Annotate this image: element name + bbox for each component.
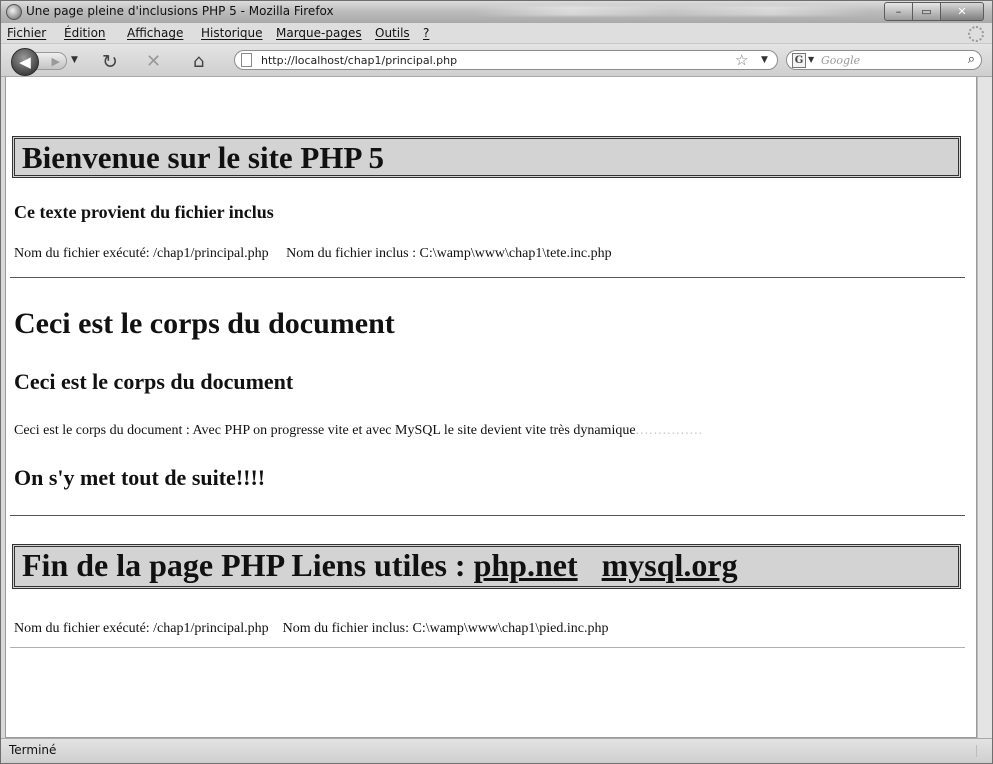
back-arrow-icon: ◀ (19, 53, 31, 71)
menu-outils[interactable]: Outils (375, 26, 410, 40)
footer-banner: Fin de la page PHP Liens utiles : php.ne… (12, 544, 961, 589)
url-bar[interactable]: http://localhost/chap1/principal.php ☆ ▼ (234, 50, 778, 70)
vertical-scrollbar[interactable] (977, 77, 992, 738)
body-paragraph: Ceci est le corps du document : Avec PHP… (14, 423, 703, 439)
menu-affichage[interactable]: Affichage (127, 26, 183, 40)
body-heading-2: Ceci est le corps du document (14, 369, 294, 394)
url-dropdown-icon[interactable]: ▼ (761, 55, 768, 65)
body-paragraph-dots: ............... (635, 423, 704, 438)
menu-historique[interactable]: Historique (201, 26, 263, 40)
menu-marque-pages[interactable]: Marque-pages (276, 26, 362, 40)
back-button[interactable]: ◀ (11, 48, 39, 76)
include-heading: Ce texte provient du fichier inclus (14, 202, 274, 222)
php-net-link[interactable]: php.net (474, 547, 578, 583)
resize-grip-icon[interactable] (976, 745, 989, 757)
reload-icon[interactable]: ↻ (102, 51, 118, 73)
throbber-icon (968, 26, 984, 42)
history-dropdown-icon[interactable]: ▼ (71, 55, 78, 65)
body-paragraph-text: Ceci est le corps du document : Avec PHP… (14, 423, 636, 438)
maximize-button[interactable]: ▭ (913, 2, 941, 21)
search-bar[interactable]: G ▼ Google ⌕ (786, 50, 982, 70)
menu-help[interactable]: ? (423, 26, 429, 40)
search-engine-icon[interactable]: G (792, 53, 806, 68)
window-title: Une page pleine d'inclusions PHP 5 - Moz… (26, 4, 334, 18)
divider-middle (10, 515, 965, 516)
web-page: Bienvenue sur le site PHP 5 Ce texte pro… (6, 77, 976, 737)
stop-icon[interactable]: ✕ (146, 51, 161, 72)
footer-file-info: Nom du fichier exécuté: /chap1/principal… (14, 621, 609, 636)
header-title: Bienvenue sur le site PHP 5 (22, 140, 384, 175)
search-input[interactable]: Google (821, 54, 860, 67)
url-input[interactable]: http://localhost/chap1/principal.php (261, 54, 457, 67)
engine-dropdown-icon[interactable]: ▼ (808, 55, 814, 64)
footer-title-text: Fin de la page PHP Liens utiles : (22, 547, 466, 583)
divider-bottom (10, 647, 965, 648)
close-button[interactable]: ✕ (941, 2, 984, 21)
include-file-info: Nom du fichier exécuté: /chap1/principal… (14, 246, 612, 261)
footer-title: Fin de la page PHP Liens utiles : php.ne… (22, 547, 738, 584)
menu-bar: Fichier Édition Affichage Historique Mar… (1, 23, 992, 44)
star-icon[interactable]: ☆ (735, 51, 748, 69)
menu-fichier[interactable]: Fichier (7, 26, 46, 40)
title-bar: Une page pleine d'inclusions PHP 5 - Moz… (1, 1, 992, 23)
minimize-button[interactable]: – (884, 2, 913, 21)
body-heading-1: Ceci est le corps du document (14, 307, 395, 340)
firefox-window: Une page pleine d'inclusions PHP 5 - Moz… (0, 0, 993, 764)
page-icon (241, 53, 252, 67)
status-text: Terminé (9, 743, 57, 757)
page-viewport: Bienvenue sur le site PHP 5 Ce texte pro… (5, 77, 977, 738)
home-icon[interactable]: ⌂ (193, 51, 204, 72)
divider-top (10, 277, 965, 278)
forward-arrow-icon: ▶ (51, 54, 60, 68)
status-bar: Terminé (1, 738, 992, 763)
body-heading-3: On s'y met tout de suite!!!! (14, 465, 266, 490)
menu-edition[interactable]: Édition (64, 26, 106, 40)
firefox-app-icon (6, 4, 22, 20)
title-bar-glare (471, 6, 871, 16)
navigation-toolbar: ▶ ◀ ▼ ↻ ✕ ⌂ http://localhost/chap1/princ… (1, 44, 992, 77)
window-controls: – ▭ ✕ (884, 2, 984, 21)
mysql-org-link[interactable]: mysql.org (602, 547, 738, 583)
magnifier-icon[interactable]: ⌕ (968, 52, 975, 67)
header-banner: Bienvenue sur le site PHP 5 (12, 136, 961, 178)
